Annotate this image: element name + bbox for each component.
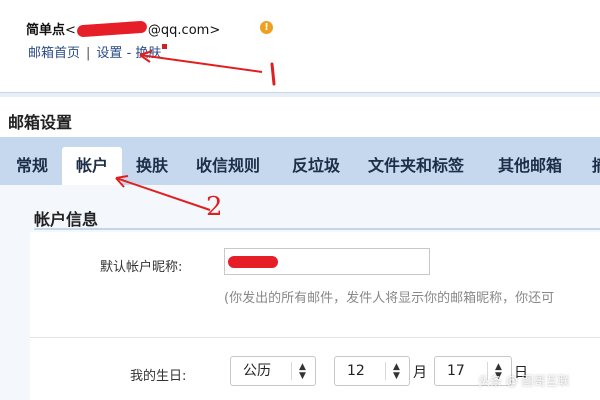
calendar-type-value: 公历 <box>243 363 271 379</box>
nickname-label: 默认帐户昵称: <box>100 260 183 275</box>
select-divider <box>291 362 292 380</box>
redacted-email <box>76 20 148 38</box>
tab-other-mailboxes[interactable]: 其他邮箱 <box>498 147 562 185</box>
month-unit: 月 <box>413 365 427 381</box>
tab-mail-rules[interactable]: 收信规则 <box>196 147 260 185</box>
select-divider <box>385 362 386 380</box>
redacted-nickname <box>228 256 278 268</box>
tab-anti-spam[interactable]: 反垃圾 <box>292 147 340 185</box>
month-value: 12 <box>347 363 365 379</box>
tab-skin[interactable]: 换肤 <box>136 147 168 185</box>
email-suffix: @qq.com> <box>147 23 221 38</box>
settings-link[interactable]: 设置 <box>96 46 122 61</box>
section-divider <box>34 228 600 230</box>
section-title-account-info: 帐户信息 <box>34 210 99 229</box>
nickname-hint: (你发出的所有邮件，发件人将显示你的邮箱昵称，你还可 <box>224 291 555 306</box>
tab-overflow[interactable]: 摘 <box>592 147 600 185</box>
day-value: 17 <box>447 363 465 379</box>
header-divider <box>0 92 600 97</box>
stepper-down-icon: ▼ <box>299 371 306 381</box>
calendar-type-select[interactable]: 公历 ▲ ▼ <box>230 356 316 386</box>
tab-general[interactable]: 常规 <box>16 147 48 185</box>
field-divider <box>30 337 600 338</box>
user-info: 简单点< @qq.com> <box>26 19 220 38</box>
link-dash: - <box>126 46 132 61</box>
tab-folders-labels[interactable]: 文件夹和标签 <box>368 147 464 185</box>
new-dot-badge <box>162 44 168 49</box>
skin-link[interactable]: 换肤 <box>135 46 161 61</box>
page-title: 邮箱设置 <box>8 113 73 132</box>
mailbox-home-link[interactable]: 邮箱首页 <box>28 46 80 61</box>
user-name: 简单点 <box>26 23 66 38</box>
header-links: 邮箱首页 | 设置 - 换肤 <box>28 42 168 61</box>
link-separator: | <box>86 46 91 61</box>
email-prefix: < <box>65 23 76 38</box>
month-select[interactable]: 12 ▲ ▼ <box>334 356 410 386</box>
warning-icon[interactable]: ! <box>260 21 273 34</box>
annotation-label-2: 2 <box>206 192 223 222</box>
tab-account[interactable]: 帐户 <box>62 147 123 185</box>
birthday-label: 我的生日: <box>130 369 187 384</box>
stepper-down-icon: ▼ <box>393 371 400 381</box>
watermark: 头条 @ 图哥互联 <box>478 374 570 388</box>
